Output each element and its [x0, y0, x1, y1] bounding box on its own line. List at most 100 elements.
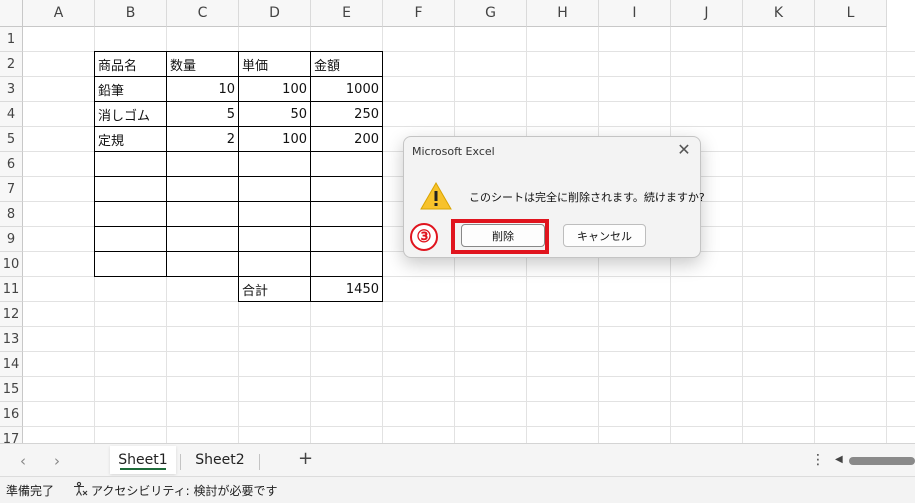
table-cell[interactable]: 200 — [310, 126, 383, 152]
row-header[interactable]: 6 — [0, 152, 23, 177]
grid-line — [814, 27, 815, 443]
status-bar: 準備完了 アクセシビリティ: 検討が必要です — [0, 476, 915, 503]
column-header[interactable]: H — [527, 0, 599, 27]
row-header[interactable]: 12 — [0, 302, 23, 327]
row-header[interactable]: 7 — [0, 177, 23, 202]
status-ready: 準備完了 — [6, 484, 55, 498]
table-cell[interactable] — [94, 176, 167, 202]
close-icon[interactable]: ✕ — [676, 141, 692, 159]
table-cell[interactable]: 合計 — [238, 276, 311, 302]
table-cell[interactable] — [238, 251, 311, 277]
table-cell[interactable]: 定規 — [94, 126, 167, 152]
table-cell[interactable]: 5 — [166, 101, 239, 127]
grid-line — [23, 351, 915, 352]
row-header[interactable]: 17 — [0, 427, 23, 443]
table-cell[interactable] — [310, 151, 383, 177]
table-cell[interactable]: 50 — [238, 101, 311, 127]
table-cell[interactable] — [310, 226, 383, 252]
column-header[interactable]: I — [599, 0, 671, 27]
sheet-tab-sheet2[interactable]: Sheet2 — [184, 446, 256, 474]
table-cell[interactable]: 100 — [238, 126, 311, 152]
row-header[interactable]: 16 — [0, 402, 23, 427]
table-cell[interactable] — [94, 201, 167, 227]
column-header[interactable]: C — [167, 0, 239, 27]
dialog-title: Microsoft Excel — [412, 145, 495, 158]
table-cell[interactable] — [238, 151, 311, 177]
sheet-tab-bar: ‹ › Sheet1 Sheet2 + ⋮ ◀ — [0, 443, 915, 477]
row-header[interactable]: 14 — [0, 352, 23, 377]
grid-line — [886, 27, 887, 443]
column-header[interactable]: L — [815, 0, 887, 27]
grid-line — [23, 376, 915, 377]
accessibility-icon[interactable] — [72, 481, 88, 497]
column-header[interactable]: E — [311, 0, 383, 27]
scroll-left-icon[interactable]: ◀ — [835, 454, 843, 465]
row-header[interactable]: 8 — [0, 202, 23, 227]
column-header[interactable]: K — [743, 0, 815, 27]
dialog-message: このシートは完全に削除されます。続けますか? — [469, 191, 705, 204]
table-cell[interactable] — [166, 176, 239, 202]
column-header[interactable]: J — [671, 0, 743, 27]
delete-button-highlight — [451, 219, 549, 254]
table-cell[interactable] — [238, 226, 311, 252]
grid-line — [23, 301, 915, 302]
table-cell[interactable]: 2 — [166, 126, 239, 152]
table-cell[interactable] — [238, 201, 311, 227]
more-options-icon[interactable]: ⋮ — [811, 452, 825, 468]
table-cell[interactable]: 100 — [238, 76, 311, 102]
column-header[interactable]: F — [383, 0, 455, 27]
add-sheet-button[interactable]: + — [298, 448, 313, 469]
chevron-left-icon[interactable]: ‹ — [20, 452, 26, 470]
column-header[interactable]: A — [23, 0, 95, 27]
accessibility-status[interactable]: アクセシビリティ: 検討が必要です — [91, 482, 278, 499]
step-badge: ③ — [410, 223, 438, 251]
active-tab-underline — [120, 468, 166, 470]
table-cell[interactable]: 10 — [166, 76, 239, 102]
row-header[interactable]: 9 — [0, 227, 23, 252]
grid-line — [23, 326, 915, 327]
row-header[interactable]: 5 — [0, 127, 23, 152]
tab-separator — [259, 454, 260, 470]
grid-line — [742, 27, 743, 443]
table-cell[interactable] — [94, 151, 167, 177]
column-header[interactable]: D — [239, 0, 311, 27]
table-cell[interactable]: 鉛筆 — [94, 76, 167, 102]
row-header[interactable]: 2 — [0, 52, 23, 77]
horizontal-scrollbar-thumb[interactable] — [849, 457, 915, 465]
table-cell[interactable] — [310, 251, 383, 277]
grid-line — [23, 401, 915, 402]
table-cell[interactable] — [166, 151, 239, 177]
row-header[interactable]: 11 — [0, 277, 23, 302]
table-cell[interactable]: 250 — [310, 101, 383, 127]
confirm-delete-dialog: Microsoft Excel ✕ このシートは完全に削除されます。続けますか?… — [403, 136, 705, 258]
table-cell[interactable]: 金額 — [310, 51, 383, 77]
table-cell[interactable] — [94, 251, 167, 277]
grid-line — [23, 426, 915, 427]
table-cell[interactable] — [94, 226, 167, 252]
row-header[interactable]: 4 — [0, 102, 23, 127]
table-cell[interactable] — [166, 201, 239, 227]
table-cell[interactable] — [310, 201, 383, 227]
row-header[interactable]: 15 — [0, 377, 23, 402]
table-cell[interactable] — [238, 176, 311, 202]
select-all-corner[interactable] — [0, 0, 23, 27]
table-cell[interactable]: 1450 — [310, 276, 383, 302]
table-cell[interactable]: 数量 — [166, 51, 239, 77]
warning-icon — [420, 181, 452, 210]
table-cell[interactable]: 単価 — [238, 51, 311, 77]
table-cell[interactable] — [166, 251, 239, 277]
tab-separator — [180, 454, 181, 470]
table-cell[interactable] — [166, 226, 239, 252]
cancel-button[interactable]: キャンセル — [563, 224, 646, 247]
table-cell[interactable] — [310, 176, 383, 202]
column-header[interactable]: B — [95, 0, 167, 27]
row-header[interactable]: 13 — [0, 327, 23, 352]
row-header[interactable]: 1 — [0, 27, 23, 52]
table-cell[interactable]: 1000 — [310, 76, 383, 102]
row-header[interactable]: 10 — [0, 252, 23, 277]
column-header[interactable]: G — [455, 0, 527, 27]
row-header[interactable]: 3 — [0, 77, 23, 102]
table-cell[interactable]: 商品名 — [94, 51, 167, 77]
table-cell[interactable]: 消しゴム — [94, 101, 167, 127]
chevron-right-icon[interactable]: › — [54, 452, 60, 470]
